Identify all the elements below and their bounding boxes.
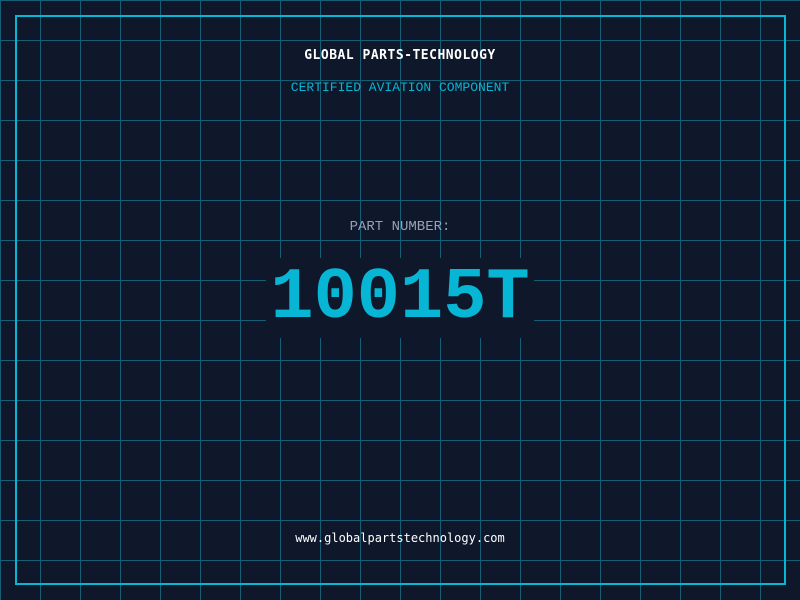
website-url[interactable]: www.globalpartstechnology.com	[0, 531, 800, 545]
part-number-value: 10015T	[266, 258, 534, 338]
part-number-container: 10015T	[0, 258, 800, 338]
company-subtitle: CERTIFIED AVIATION COMPONENT	[290, 80, 510, 95]
company-title: GLOBAL PARTS-TECHNOLOGY	[304, 48, 496, 63]
part-number-label: PART NUMBER:	[349, 219, 451, 235]
